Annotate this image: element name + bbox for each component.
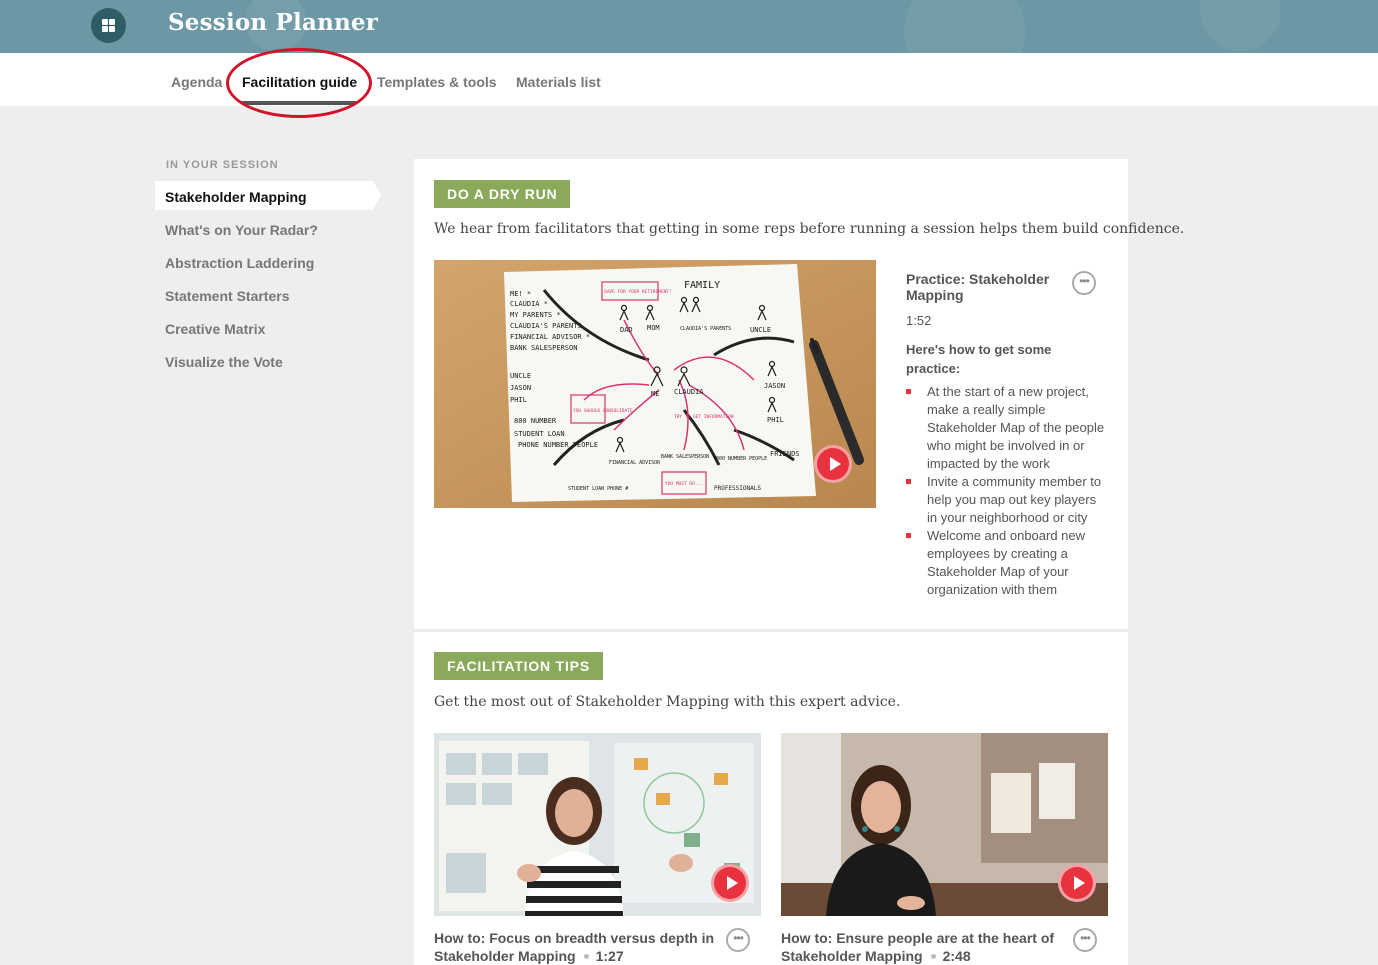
sketch-list-item: ME! * [510, 290, 531, 298]
sketch-note: YOU SHOULD CONSOLIDATE [573, 408, 633, 414]
sketch-node: DAD [620, 326, 633, 334]
more-options-icon[interactable]: ••• [726, 928, 750, 952]
sidebar-item-whats-on-your-radar[interactable]: What's on Your Radar? [165, 222, 318, 238]
bullet-text: Welcome and onboard new employees by cre… [927, 528, 1086, 597]
sketch-node: PROFESSIONALS [714, 485, 761, 492]
sketch-list-item: MY PARENTS * [510, 311, 561, 319]
sketch-list-item: 800 NUMBER [514, 417, 557, 425]
play-button[interactable] [1058, 864, 1096, 902]
sketch-family-label: FAMILY [684, 280, 720, 291]
sidebar-item-statement-starters[interactable]: Statement Starters [165, 288, 290, 304]
sketch-note: SAVE FOR YOUR RETIREMENT! [604, 289, 672, 295]
bullet-icon [906, 389, 911, 394]
stakeholder-sketch: ME! * CLAUDIA * MY PARENTS * CLAUDIA'S P… [434, 260, 876, 508]
tab-materials-list[interactable]: Materials list [516, 74, 601, 90]
sketch-node: CLAUDIA'S PARENTS [680, 326, 731, 332]
bullet-text: Invite a community member to help you ma… [927, 474, 1102, 525]
tip-video-title-1[interactable]: How to: Focus on breadth versus depth in… [434, 929, 734, 965]
separator-dot [583, 954, 589, 959]
sketch-note: TRY TO GET INFORMATION [674, 414, 734, 420]
facilitation-tips-label: FACILITATION TIPS [434, 652, 603, 680]
facilitation-tips-intro: Get the most out of Stakeholder Mapping … [434, 694, 901, 710]
app-title: Session Planner [168, 9, 379, 36]
separator-dot [930, 954, 936, 959]
dry-run-intro: We hear from facilitators that getting i… [434, 221, 1185, 237]
dry-run-label: DO A DRY RUN [434, 180, 571, 208]
dry-run-video-duration: 1:52 [906, 313, 932, 328]
sketch-node: ME [651, 390, 659, 398]
sketch-node: PHIL [767, 416, 784, 424]
highlight-annotation [226, 48, 372, 118]
sketch-list-item: UNCLE [510, 372, 531, 380]
grid-icon[interactable] [91, 8, 126, 43]
dry-run-video-title[interactable]: Practice: Stakeholder Mapping [906, 271, 1066, 303]
more-options-icon[interactable]: ••• [1073, 928, 1097, 952]
tip-video-title-line: Stakeholder Mapping [434, 948, 576, 964]
sketch-node: STUDENT LOAN PHONE # [568, 486, 628, 492]
bullet-text: At the start of a new project, make a re… [927, 384, 1105, 471]
sketch-note: YOU MUST DO... [665, 481, 703, 487]
sketch-list-item: JASON [510, 384, 531, 392]
sketch-list-item: STUDENT LOAN [514, 430, 565, 438]
sidebar-heading: IN YOUR SESSION [166, 159, 279, 171]
more-options-icon[interactable]: ••• [1072, 271, 1096, 295]
tab-templates-tools[interactable]: Templates & tools [377, 74, 497, 90]
sketch-list-item: PHIL [510, 396, 527, 404]
howto-heading: Here's how to get some practice: [906, 342, 1052, 376]
sketch-node: BANK SALESPERSON [661, 454, 709, 460]
dry-run-video-thumbnail[interactable]: ME! * CLAUDIA * MY PARENTS * CLAUDIA'S P… [434, 260, 876, 508]
tip-video-thumbnail-1[interactable] [434, 733, 761, 916]
sketch-list-item: CLAUDIA * [510, 300, 548, 308]
sketch-node: FINANCIAL ADVISOR [609, 460, 661, 466]
tab-bar: Agenda Facilitation guide Templates & to… [0, 53, 1378, 106]
sketch-node: FRIENDS [770, 450, 800, 458]
sketch-list-item: FINANCIAL ADVISOR * [510, 333, 590, 341]
sidebar-item-abstraction-laddering[interactable]: Abstraction Laddering [165, 255, 314, 271]
tip-video-title-2[interactable]: How to: Ensure people are at the heart o… [781, 929, 1081, 965]
sketch-list-item: PHONE NUMBER PEOPLE [518, 441, 598, 449]
tip-video-title-line: How to: Focus on breadth versus depth in [434, 930, 715, 946]
play-button[interactable] [814, 445, 852, 483]
tip-video-duration: 2:48 [942, 948, 971, 964]
bullet-icon [906, 533, 911, 538]
sidebar-item-visualize-the-vote[interactable]: Visualize the Vote [165, 354, 283, 370]
tab-agenda[interactable]: Agenda [171, 74, 222, 90]
sketch-node: 800 NUMBER PEOPLE [716, 456, 767, 462]
tip-video-duration: 1:27 [595, 948, 624, 964]
sketch-node: MOM [647, 324, 660, 332]
sketch-node: UNCLE [750, 326, 771, 334]
play-button[interactable] [711, 864, 749, 902]
tip-video-title-line: How to: Ensure people are at the heart o… [781, 930, 1055, 946]
app-header: Session Planner [0, 0, 1378, 53]
tip-video-thumbnail-2[interactable] [781, 733, 1108, 916]
sidebar-item-creative-matrix[interactable]: Creative Matrix [165, 321, 265, 337]
sketch-node: JASON [764, 382, 785, 390]
sidebar-item-stakeholder-mapping[interactable]: Stakeholder Mapping [165, 189, 307, 205]
sketch-list-item: CLAUDIA'S PARENTS [510, 322, 582, 330]
tip-video-title-line: Stakeholder Mapping [781, 948, 923, 964]
sketch-node: CLAUDIA [674, 388, 704, 396]
sketch-list-item: BANK SALESPERSON [510, 344, 577, 352]
bullet-icon [906, 479, 911, 484]
